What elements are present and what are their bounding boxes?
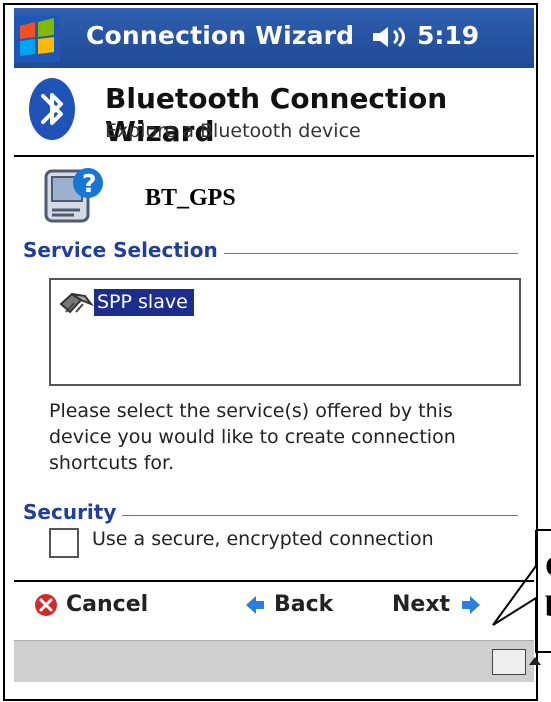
next-label: Next [392, 592, 451, 617]
cancel-label: Cancel [66, 592, 149, 617]
device-help-icon: ? [44, 168, 103, 223]
wizard-subtitle: Explore a Bluetooth device [105, 120, 361, 142]
secure-connection-checkbox[interactable] [49, 528, 79, 558]
cancel-button[interactable]: Cancel [34, 592, 148, 617]
speaker-icon[interactable] [370, 22, 406, 52]
service-list[interactable]: SPP slave [49, 278, 521, 386]
service-item-label: SPP slave [94, 289, 194, 316]
cancel-icon [35, 593, 57, 616]
back-button[interactable]: Back [244, 592, 333, 617]
next-button[interactable]: Next [392, 592, 482, 617]
security-label: Security [17, 500, 123, 524]
bluetooth-icon [29, 78, 75, 140]
service-icon [59, 292, 94, 313]
callout-text-line-2: b [545, 590, 551, 624]
back-arrow-icon [246, 595, 264, 614]
clock[interactable]: 5:19 [417, 21, 479, 50]
back-label: Back [274, 592, 334, 617]
service-selection-label: Service Selection [17, 238, 224, 262]
titlebar: Connection Wizard 5:19 [14, 8, 534, 68]
device-name: BT_GPS [145, 185, 236, 211]
service-instructions: Please select the service(s) offered by … [49, 400, 456, 474]
wizard-header: Bluetooth Connection Wizard Explore a Bl… [14, 68, 534, 162]
secure-connection-label[interactable]: Use a secure, encrypted connection [92, 528, 434, 550]
up-arrow-icon[interactable] [529, 657, 541, 665]
header-divider [14, 155, 534, 157]
windows-flag-icon[interactable] [14, 16, 60, 62]
callout-text-line-1: C [545, 550, 551, 584]
service-list-item[interactable]: SPP slave [58, 288, 194, 317]
keyboard-icon[interactable] [492, 649, 526, 675]
command-bar: Cancel Back Next [14, 582, 534, 640]
svg-text:?: ? [82, 169, 97, 198]
window-title: Connection Wizard [86, 21, 355, 50]
bottom-input-bar [14, 640, 541, 682]
next-arrow-icon [462, 595, 481, 614]
